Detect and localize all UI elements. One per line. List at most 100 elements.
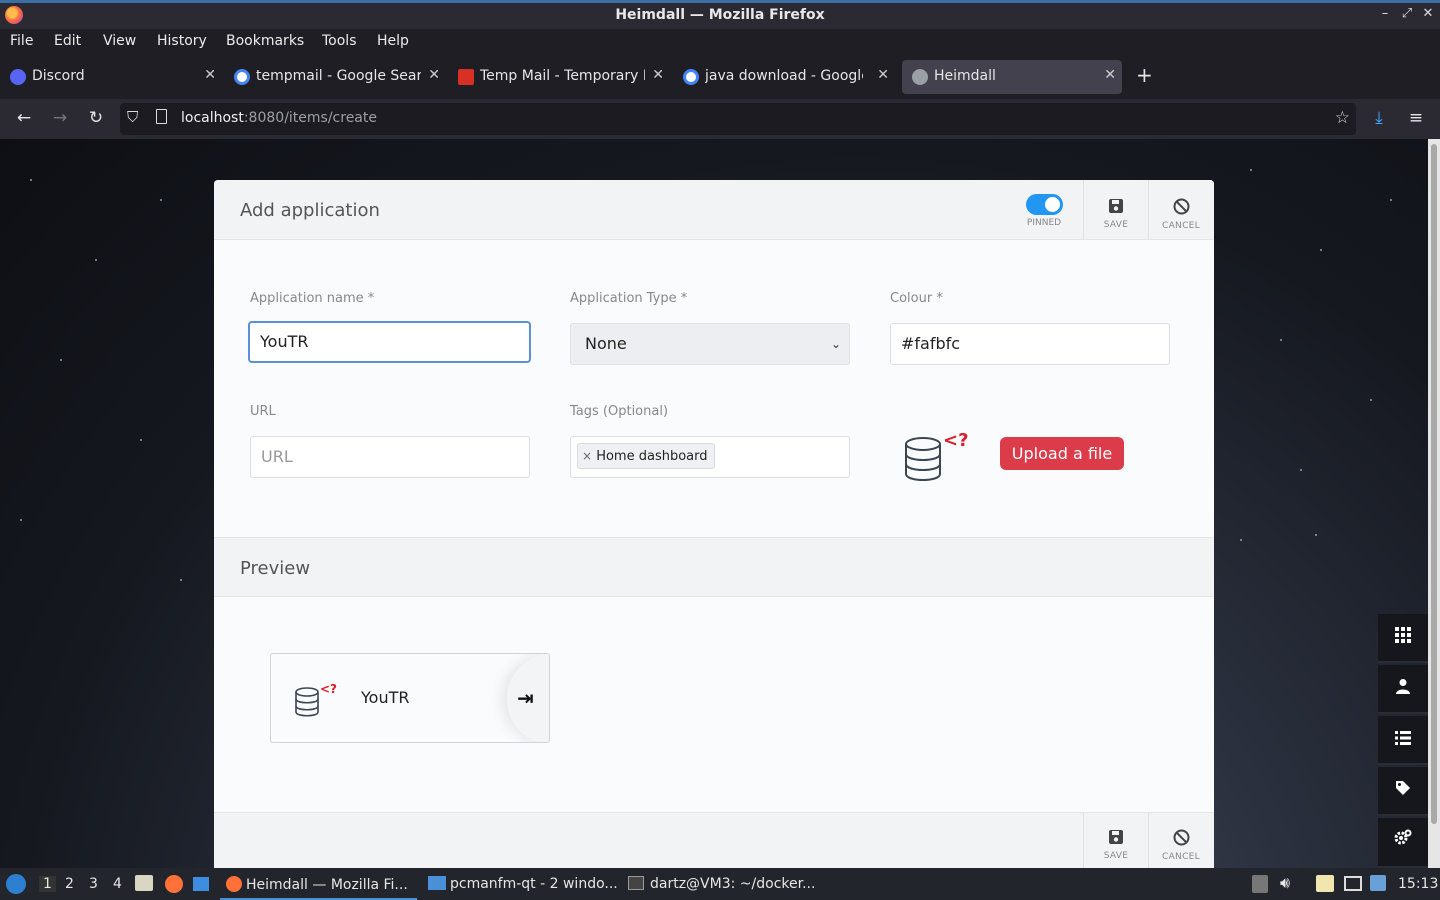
arrow-right-to-bracket-icon: ⇥ bbox=[517, 686, 534, 710]
save-label: SAVE bbox=[1103, 220, 1129, 230]
window-title: Heimdall — Mozilla Firefox bbox=[615, 7, 825, 23]
url-input[interactable]: URL bbox=[250, 436, 530, 478]
colour-input[interactable]: #fafbfc bbox=[890, 323, 1170, 365]
app-name-label: Application name * bbox=[250, 291, 375, 306]
download-icon[interactable]: ⤓ bbox=[1369, 108, 1389, 128]
tab-tempmail-search[interactable]: tempmail - Google Searc ✕ bbox=[224, 60, 446, 94]
app-type-select[interactable]: None ⌄ bbox=[570, 323, 850, 365]
toggle-switch[interactable] bbox=[1026, 194, 1063, 215]
tag-remove-icon[interactable]: × bbox=[582, 449, 592, 463]
minimize-button[interactable]: – bbox=[1375, 6, 1395, 21]
tab-close-icon[interactable]: ✕ bbox=[428, 67, 440, 83]
tab-temp-mail[interactable]: Temp Mail - Temporary E ✕ bbox=[448, 60, 670, 94]
tab-label: Temp Mail - Temporary E bbox=[480, 68, 645, 84]
update-tray-icon[interactable] bbox=[1370, 875, 1386, 891]
tab-discord[interactable]: Discord ✕ bbox=[0, 60, 222, 94]
tile-link-button[interactable]: ⇥ bbox=[507, 654, 549, 742]
add-application-card: Add application PINNED SAVE CANCEL Appli… bbox=[214, 180, 1214, 868]
terminal-icon bbox=[628, 876, 644, 890]
gmail-icon bbox=[458, 69, 474, 85]
clipboard-tray-icon[interactable] bbox=[1252, 875, 1268, 893]
back-icon[interactable]: ← bbox=[14, 108, 34, 128]
workspace-1[interactable]: 1 bbox=[39, 876, 56, 892]
save-icon bbox=[1084, 198, 1148, 218]
task-pcmanfm[interactable]: pcmanfm-qt - 2 windo... bbox=[422, 868, 618, 900]
workspace-4[interactable]: 4 bbox=[113, 876, 122, 892]
cancel-label: CANCEL bbox=[1162, 221, 1200, 231]
tab-close-icon[interactable]: ✕ bbox=[1104, 67, 1116, 83]
heimdall-icon bbox=[912, 69, 928, 85]
menu-file[interactable]: File bbox=[10, 33, 33, 49]
tab-close-icon[interactable]: ✕ bbox=[877, 67, 889, 83]
user-icon[interactable] bbox=[1378, 665, 1428, 714]
settings-icon[interactable] bbox=[1378, 818, 1428, 868]
notes-tray-icon[interactable] bbox=[1316, 875, 1334, 892]
menu-bar: File Edit View History Bookmarks Tools H… bbox=[0, 29, 1440, 55]
upload-file-button[interactable]: Upload a file bbox=[1000, 437, 1124, 470]
app-name-input[interactable]: YouTR bbox=[248, 321, 531, 363]
network-tray-icon[interactable] bbox=[1344, 876, 1362, 891]
close-window-button[interactable]: ✕ bbox=[1418, 6, 1438, 21]
tags-input[interactable]: × Home dashboard bbox=[570, 436, 850, 478]
save-label: SAVE bbox=[1103, 851, 1129, 861]
url-text[interactable]: localhost:8080/items/create bbox=[181, 110, 377, 126]
firefox-launcher-icon[interactable] bbox=[165, 875, 183, 893]
page-icon bbox=[156, 109, 167, 124]
firefox-icon bbox=[226, 876, 242, 892]
chevron-down-icon: ⌄ bbox=[830, 337, 841, 351]
menu-edit[interactable]: Edit bbox=[54, 33, 81, 49]
tab-heimdall[interactable]: Heimdall ✕ bbox=[902, 60, 1122, 94]
page-scrollbar[interactable] bbox=[1428, 139, 1440, 868]
hamburger-menu-icon[interactable]: ≡ bbox=[1406, 108, 1426, 128]
grid-icon[interactable] bbox=[1378, 614, 1428, 663]
clock: 15:13 bbox=[1398, 876, 1439, 892]
file-manager-launcher-icon[interactable] bbox=[135, 875, 153, 891]
app-type-label: Application Type * bbox=[570, 291, 688, 306]
bookmark-star-icon[interactable]: ☆ bbox=[1335, 108, 1350, 128]
menu-help[interactable]: Help bbox=[377, 33, 409, 49]
tile-app-name: YouTR bbox=[361, 688, 410, 707]
desktop-launcher-icon[interactable] bbox=[193, 877, 209, 891]
new-tab-button[interactable]: + bbox=[1136, 63, 1153, 87]
menu-view[interactable]: View bbox=[103, 33, 136, 49]
app-type-value: None bbox=[585, 334, 627, 353]
sidebar-tools bbox=[1378, 614, 1428, 868]
tab-close-icon[interactable]: ✕ bbox=[204, 67, 216, 83]
task-firefox[interactable]: Heimdall — Mozilla Fi... bbox=[220, 868, 417, 900]
colour-label: Colour * bbox=[890, 291, 943, 306]
cancel-icon bbox=[1149, 829, 1213, 850]
preview-header: Preview bbox=[214, 537, 1214, 597]
shield-icon[interactable]: ⛉ bbox=[127, 108, 138, 126]
window-titlebar: Heimdall — Mozilla Firefox – ⤢ ✕ bbox=[0, 0, 1440, 29]
maximize-button[interactable]: ⤢ bbox=[1397, 6, 1417, 21]
cancel-button[interactable]: CANCEL bbox=[1148, 180, 1213, 240]
volume-icon[interactable]: 🔊︎ bbox=[1280, 873, 1290, 893]
workspace-2[interactable]: 2 bbox=[65, 876, 74, 892]
tab-java-download[interactable]: java download - Google S ✕ bbox=[673, 60, 895, 94]
task-terminal[interactable]: dartz@VM3: ~/docker... bbox=[622, 868, 818, 900]
save-button[interactable]: SAVE bbox=[1083, 180, 1148, 240]
save-icon bbox=[1084, 829, 1148, 849]
workspace-3[interactable]: 3 bbox=[89, 876, 98, 892]
reload-icon[interactable]: ↻ bbox=[86, 108, 106, 128]
list-icon[interactable] bbox=[1378, 716, 1428, 765]
url-bar[interactable]: ⛉ localhost:8080/items/create ☆ bbox=[120, 103, 1356, 135]
start-menu-icon[interactable] bbox=[6, 874, 26, 894]
tile-app-icon: <? bbox=[293, 682, 339, 722]
card-header: Add application PINNED SAVE CANCEL bbox=[214, 180, 1214, 240]
footer-save-button[interactable]: SAVE bbox=[1083, 813, 1148, 868]
tag-icon[interactable] bbox=[1378, 767, 1428, 816]
url-label: URL bbox=[250, 404, 276, 419]
tab-label: Discord bbox=[32, 68, 85, 84]
tab-close-icon[interactable]: ✕ bbox=[652, 67, 664, 83]
tab-bar: Discord ✕ tempmail - Google Searc ✕ Temp… bbox=[0, 55, 1440, 99]
page-title: Add application bbox=[240, 200, 380, 221]
preview-tile[interactable]: <? YouTR ⇥ bbox=[270, 653, 550, 743]
footer-cancel-button[interactable]: CANCEL bbox=[1148, 813, 1213, 868]
menu-history[interactable]: History bbox=[157, 33, 207, 49]
pinned-toggle[interactable]: PINNED bbox=[1014, 180, 1082, 240]
forward-icon[interactable]: → bbox=[50, 108, 70, 128]
cancel-label: CANCEL bbox=[1162, 852, 1200, 862]
menu-tools[interactable]: Tools bbox=[322, 33, 357, 49]
menu-bookmarks[interactable]: Bookmarks bbox=[226, 33, 304, 49]
